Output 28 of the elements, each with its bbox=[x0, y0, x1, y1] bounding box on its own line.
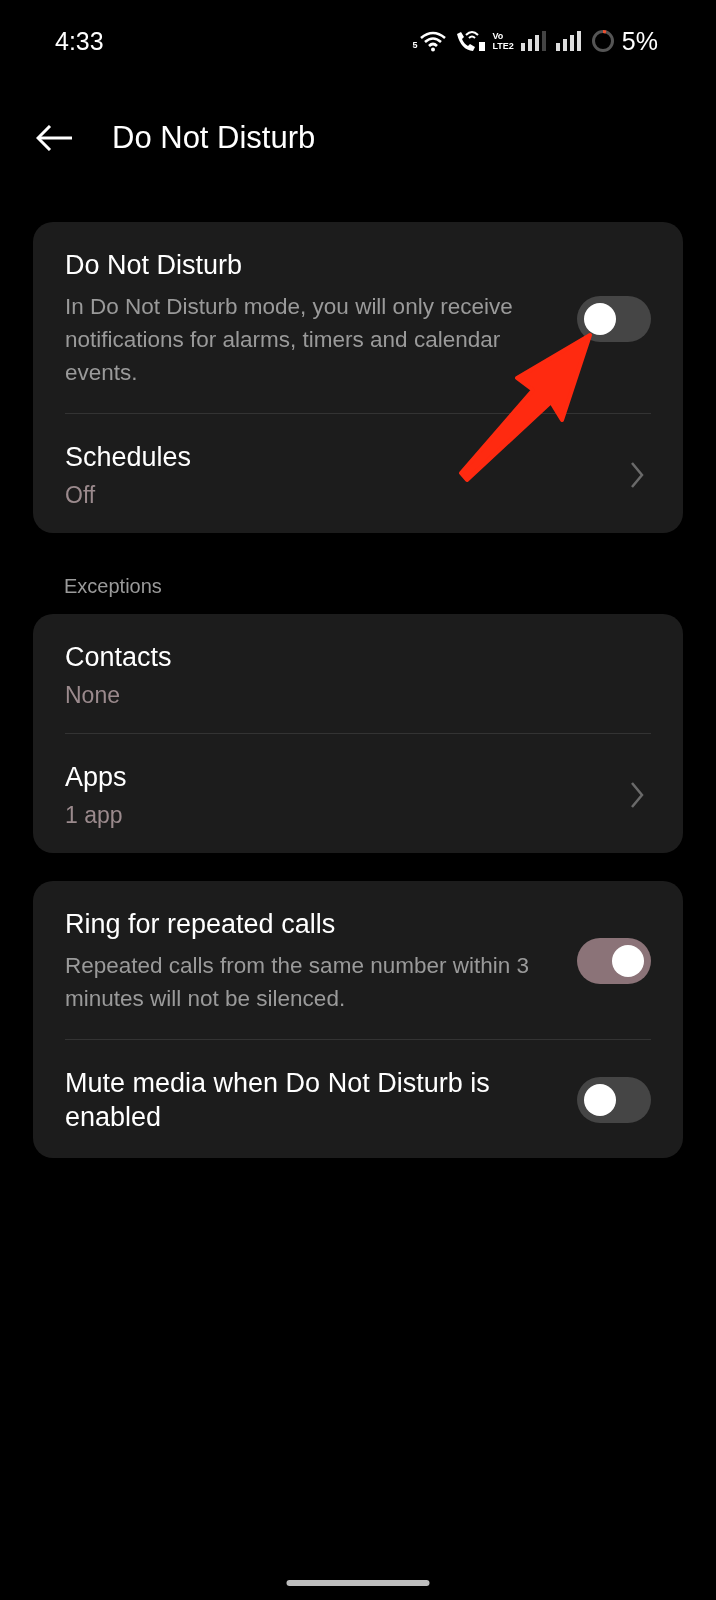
setting-title[interactable]: Schedules bbox=[65, 440, 609, 474]
signal-icon bbox=[520, 31, 549, 51]
setting-value: None bbox=[65, 682, 121, 709]
setting-title[interactable]: Contacts bbox=[65, 640, 651, 674]
battery-ring-icon bbox=[590, 29, 615, 53]
section-header: Exceptions bbox=[63, 574, 163, 599]
setting-title[interactable]: Do Not Disturb bbox=[65, 248, 557, 282]
lte-label: LTE2 bbox=[492, 41, 514, 51]
chevron-right-icon bbox=[629, 780, 645, 809]
page-title: Do Not Disturb bbox=[112, 120, 316, 156]
wifi-band-label: 5 bbox=[412, 39, 418, 50]
setting-title[interactable]: Apps bbox=[65, 760, 609, 794]
back-arrow-icon[interactable] bbox=[36, 125, 74, 151]
toggle-switch[interactable] bbox=[577, 1077, 651, 1123]
setting-description: In Do Not Disturb mode, you will only receive notifications for alarms, timers and calendar events. bbox=[65, 293, 514, 387]
setting-title[interactable]: Mute media when Do Not Disturb is enabled bbox=[65, 1066, 557, 1134]
setting-value: Off bbox=[65, 482, 97, 509]
chevron-right-icon bbox=[629, 460, 645, 489]
toggle-switch[interactable] bbox=[577, 938, 651, 984]
setting-value: 1 app bbox=[65, 802, 124, 829]
volte-label: Vo bbox=[492, 31, 505, 41]
clock-time: 4:33 bbox=[55, 26, 105, 56]
toggle-switch[interactable] bbox=[577, 295, 651, 342]
setting-title[interactable]: Ring for repeated calls bbox=[65, 907, 557, 941]
battery-percentage: 5% bbox=[621, 26, 658, 56]
wifi-icon bbox=[418, 30, 447, 52]
setting-description: Repeated calls from the same number within 3 minutes will not be silenced. bbox=[65, 952, 530, 1013]
signal-icon bbox=[555, 31, 584, 51]
